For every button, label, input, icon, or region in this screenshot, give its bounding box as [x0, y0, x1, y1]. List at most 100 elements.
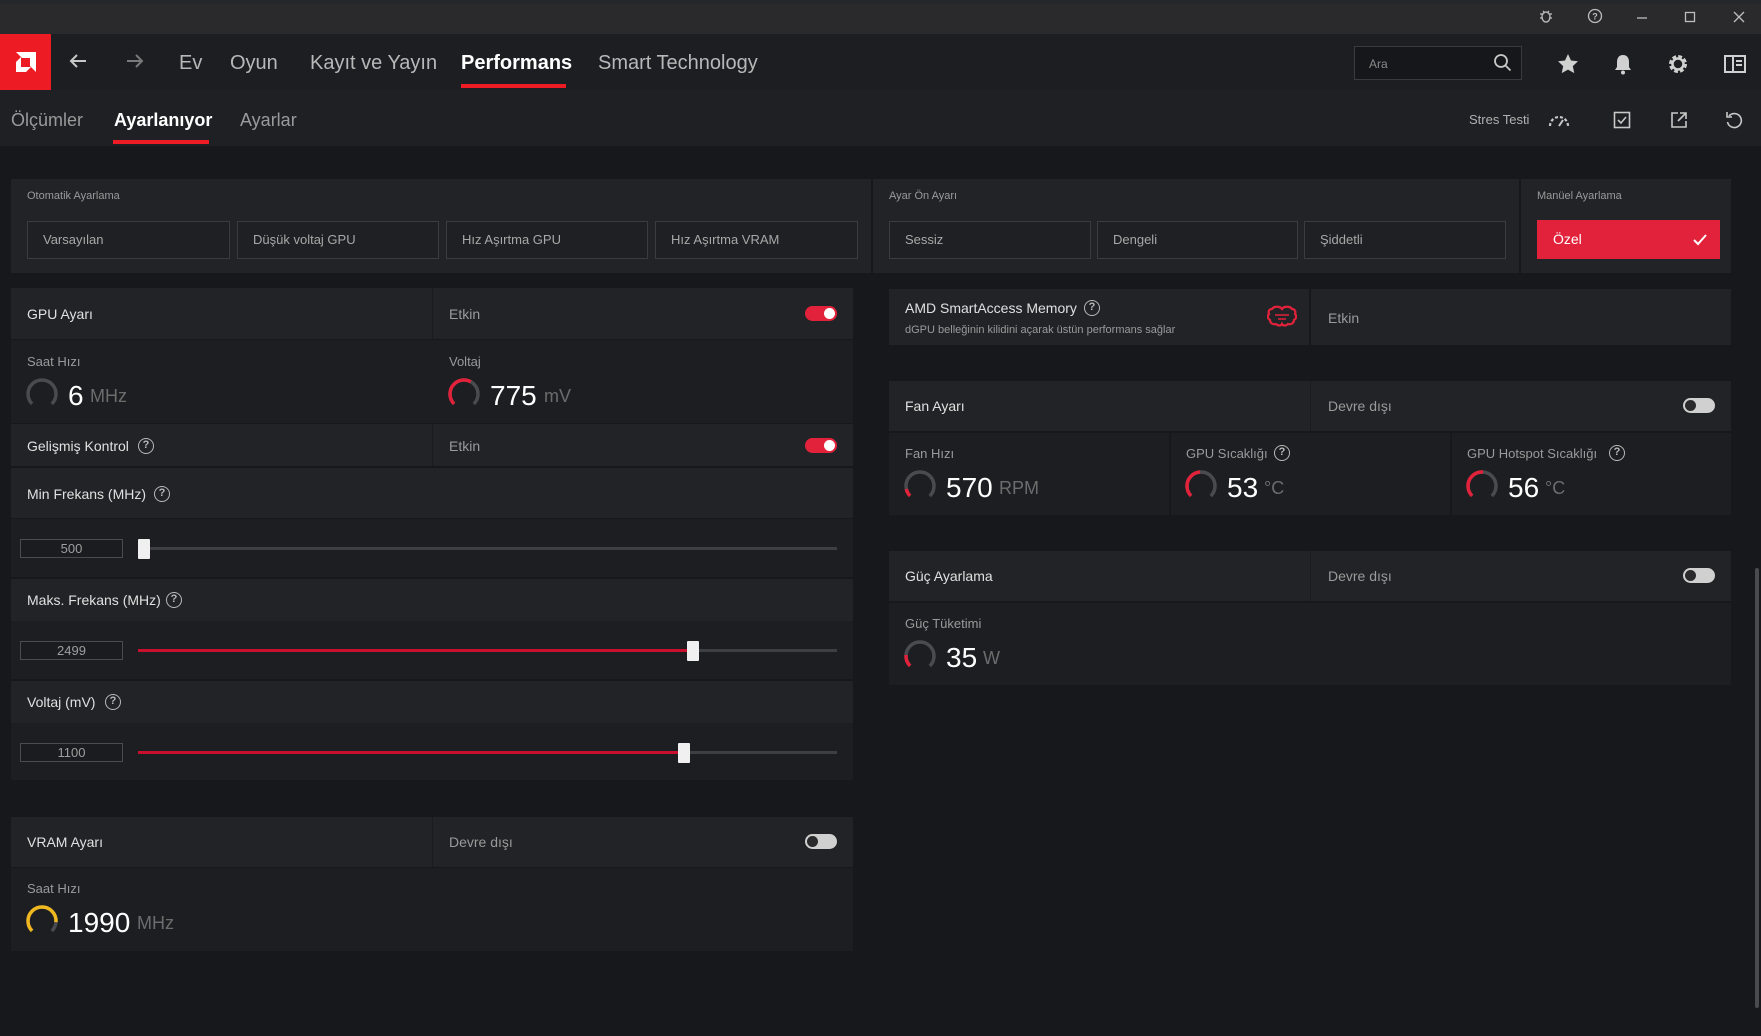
sam-status: Etkin [1328, 310, 1360, 326]
export-icon[interactable] [1667, 108, 1691, 132]
power-tuning-title: Güç Ayarlama [905, 568, 993, 584]
layout-icon[interactable] [1719, 48, 1751, 80]
vram-clock-unit: MHz [137, 913, 174, 933]
sam-status-panel [1311, 289, 1731, 345]
gpu-clock-value: 6 [68, 380, 84, 411]
gpu-temp-unit: °C [1264, 478, 1285, 498]
custom-preset-label: Özel [1553, 231, 1582, 247]
toggle-knob [1685, 400, 1696, 411]
star-icon[interactable] [1552, 48, 1584, 80]
hotspot-temp-unit: °C [1545, 478, 1566, 498]
bell-icon[interactable] [1607, 48, 1639, 80]
hotspot-temp-label: GPU Hotspot Sıcaklığı [1467, 446, 1598, 461]
help-icon[interactable]: ? [1084, 300, 1100, 316]
hotspot-temp-gauge [1466, 470, 1498, 502]
help-icon[interactable]: ? [105, 694, 121, 710]
preset-balanced-button[interactable]: Dengeli [1097, 221, 1298, 259]
gpu-tuning-status: Etkin [449, 306, 481, 322]
gpu-clock-gauge [26, 378, 58, 410]
toggle-knob [824, 308, 835, 319]
hotspot-temp-value: 56 [1508, 472, 1540, 503]
nav-active-indicator [461, 84, 566, 88]
help-icon[interactable]: ? [154, 486, 170, 502]
gpu-tuning-title: GPU Ayarı [27, 306, 93, 322]
divider [432, 424, 433, 466]
voltage-value[interactable]: 1100 [20, 743, 123, 762]
min-freq-label: Min Frekans (MHz) [27, 486, 147, 502]
title-bar: ? [0, 4, 1761, 34]
vram-tuning-toggle[interactable] [805, 834, 837, 849]
voltage-slider-thumb[interactable] [678, 743, 690, 763]
preset-default-button[interactable]: Varsayılan [27, 221, 230, 259]
nav-tab-smart-technology[interactable]: Smart Technology [598, 52, 758, 75]
gpu-tuning-toggle[interactable] [805, 306, 837, 321]
sam-title: AMD SmartAccess Memory [905, 300, 1077, 316]
nav-tab-gaming[interactable]: Oyun [230, 52, 278, 75]
reset-icon[interactable] [1722, 108, 1746, 132]
nav-tab-performance[interactable]: Performans [461, 52, 572, 75]
nav-tab-record-stream[interactable]: Kayıt ve Yayın [310, 52, 437, 75]
manual-tuning-label: Manüel Ayarlama [1537, 190, 1622, 202]
help-icon[interactable]: ? [1274, 445, 1290, 461]
voltage-slider-label: Voltaj (mV) [27, 694, 96, 710]
amd-logo[interactable] [0, 34, 51, 90]
search-icon[interactable] [1493, 53, 1513, 78]
fan-speed-unit: RPM [999, 478, 1039, 498]
power-tuning-status: Devre dışı [1328, 568, 1392, 584]
fan-tuning-status: Devre dışı [1328, 398, 1392, 414]
min-freq-track[interactable] [138, 547, 837, 550]
gear-icon[interactable] [1662, 48, 1694, 80]
divider [432, 817, 433, 867]
min-freq-value[interactable]: 500 [20, 539, 123, 558]
power-tuning-toggle[interactable] [1683, 568, 1715, 583]
tab-settings[interactable]: Ayarlar [240, 110, 297, 131]
fan-speed-gauge [904, 470, 936, 502]
preset-quiet-button[interactable]: Sessiz [889, 221, 1091, 259]
help-icon[interactable]: ? [138, 438, 154, 454]
power-value: 35 [946, 642, 978, 673]
advanced-control-status: Etkin [449, 438, 481, 454]
gpu-clock-label: Saat Hızı [27, 354, 81, 369]
help-icon[interactable]: ? [166, 592, 182, 608]
preset-overclock-gpu-button[interactable]: Hız Aşırtma GPU [446, 221, 648, 259]
tab-metrics[interactable]: Ölçümler [11, 110, 83, 131]
voltage-fill [138, 751, 683, 754]
preset-rage-button[interactable]: Şiddetli [1304, 221, 1506, 259]
power-gauge [904, 640, 936, 672]
gpu-voltage-unit: mV [544, 386, 571, 406]
vram-tuning-status: Devre dışı [449, 834, 513, 850]
forward-arrow-icon[interactable] [123, 50, 147, 74]
search-input[interactable]: Ara [1369, 57, 1388, 71]
back-arrow-icon[interactable] [66, 50, 90, 74]
vram-tuning-title: VRAM Ayarı [27, 834, 103, 850]
sam-description: dGPU belleğinin kilidini açarak üstün pe… [905, 324, 1176, 336]
vram-clock-value: 1990 [68, 907, 131, 938]
help-icon[interactable]: ? [1609, 445, 1625, 461]
search-box[interactable]: Ara [1354, 46, 1522, 80]
preset-undervolt-gpu-button[interactable]: Düşük voltaj GPU [237, 221, 439, 259]
maximize-icon[interactable] [1678, 8, 1702, 30]
save-profile-icon[interactable] [1610, 108, 1634, 132]
max-freq-value[interactable]: 2499 [20, 641, 123, 660]
stress-test-label[interactable]: Stres Testi [1469, 112, 1529, 127]
bug-icon[interactable] [1534, 8, 1558, 30]
advanced-control-toggle[interactable] [805, 438, 837, 453]
close-icon[interactable] [1727, 8, 1751, 30]
minimize-icon[interactable] [1630, 8, 1654, 30]
max-freq-fill [138, 649, 693, 652]
tab-tuning[interactable]: Ayarlanıyor [114, 110, 212, 131]
preset-overclock-vram-button[interactable]: Hız Aşırtma VRAM [655, 221, 858, 259]
min-freq-slider-thumb[interactable] [138, 539, 150, 559]
help-icon[interactable]: ? [1583, 8, 1607, 30]
vram-clock-label: Saat Hızı [27, 881, 81, 896]
sam-panel [889, 289, 1309, 345]
gpu-voltage-label: Voltaj [449, 354, 481, 369]
gpu-voltage-gauge [448, 378, 480, 410]
vram-clock-gauge [26, 905, 58, 937]
scrollbar[interactable] [1755, 568, 1759, 1008]
gauge-icon[interactable] [1547, 108, 1571, 132]
fan-tuning-toggle[interactable] [1683, 398, 1715, 413]
custom-preset-button[interactable]: Özel [1537, 220, 1720, 259]
nav-tab-home[interactable]: Ev [179, 52, 202, 75]
max-freq-slider-thumb[interactable] [687, 641, 699, 661]
